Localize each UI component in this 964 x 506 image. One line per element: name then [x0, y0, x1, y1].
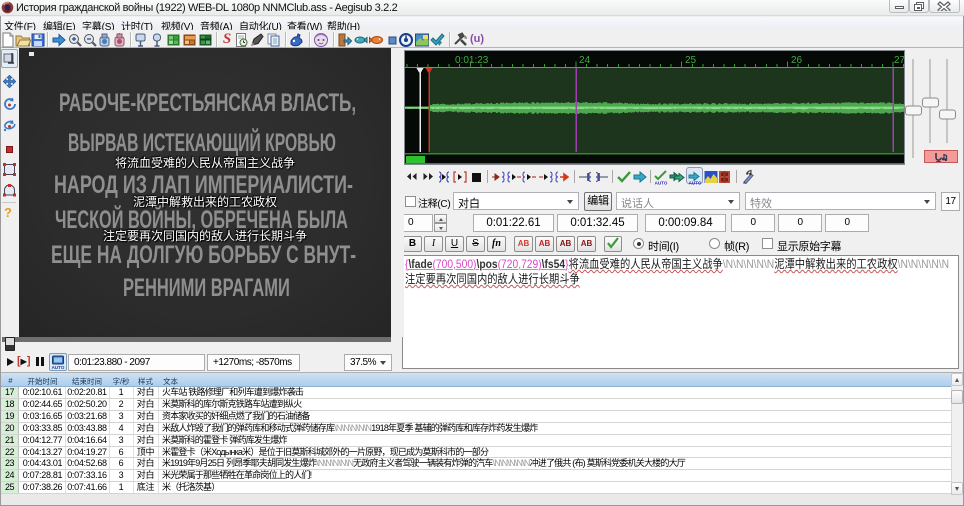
svg-text:AUTO: AUTO — [689, 181, 702, 186]
svg-text:AUTO: AUTO — [655, 181, 668, 186]
svg-text:0:01:23: 0:01:23 — [455, 55, 489, 66]
svg-text:27: 27 — [894, 55, 904, 66]
svg-text:24: 24 — [579, 55, 591, 66]
svg-text:25: 25 — [685, 55, 697, 66]
svg-text:26: 26 — [791, 55, 803, 66]
svg-text:AUTO: AUTO — [52, 365, 65, 370]
